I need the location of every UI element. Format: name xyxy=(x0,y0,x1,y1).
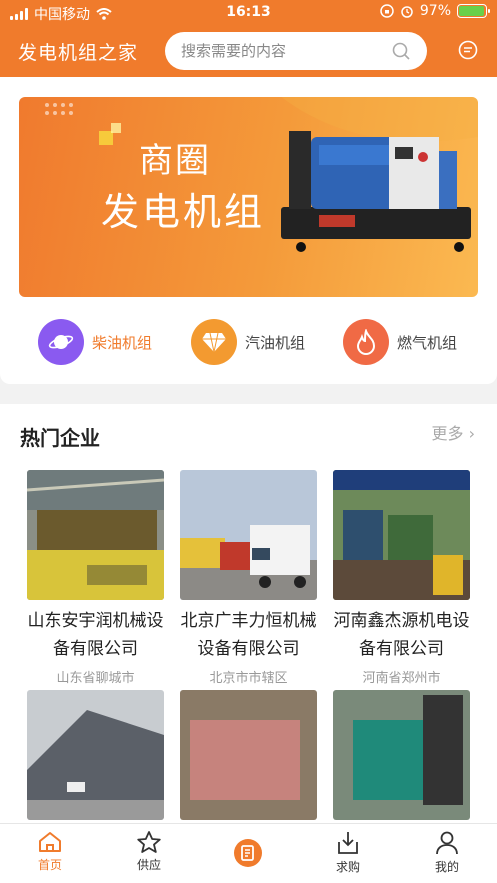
enterprise-photo xyxy=(180,690,317,820)
battery-icon xyxy=(457,4,490,18)
search-input[interactable] xyxy=(181,42,391,60)
publish-icon xyxy=(234,839,262,867)
top-bar: 中国移动 16:13 97% 发电机组之家 xyxy=(0,0,497,77)
lock-rotation-icon xyxy=(380,4,394,18)
tab-home[interactable]: 首页 xyxy=(20,830,80,873)
enterprise-name: 河南鑫杰源机电设备有限公司 xyxy=(333,611,470,659)
download-box-icon xyxy=(338,832,358,854)
tab-label: 我的 xyxy=(434,860,459,874)
more-label: 更多 xyxy=(431,424,464,443)
enterprise-photo xyxy=(27,690,164,820)
star-icon xyxy=(137,831,161,853)
search-box[interactable] xyxy=(165,32,427,70)
promo-banner[interactable]: 商圈 发电机组 xyxy=(19,97,478,297)
tab-label: 供应 xyxy=(136,858,161,872)
enterprise-name: 山东安宇润机械设备有限公司 xyxy=(27,611,164,659)
enterprise-card[interactable]: 北京广丰力恒机械设备有限公司 北京市市辖区 xyxy=(180,470,317,686)
enterprise-name: 北京广丰力恒机械设备有限公司 xyxy=(180,611,317,659)
category-label: 燃气机组 xyxy=(397,333,458,352)
enterprise-photo xyxy=(333,690,470,820)
tab-publish[interactable] xyxy=(218,830,278,870)
app-title: 发电机组之家 xyxy=(18,42,139,64)
tab-label: 首页 xyxy=(37,858,62,872)
enterprise-card[interactable] xyxy=(333,690,470,820)
home-icon xyxy=(39,832,61,852)
category-diesel[interactable]: 柴油机组 xyxy=(38,317,152,367)
category-gasoline[interactable]: 汽油机组 xyxy=(191,317,305,367)
banner-line2: 发电机组 xyxy=(101,190,266,234)
enterprise-photo xyxy=(333,470,470,600)
category-label: 柴油机组 xyxy=(92,333,153,352)
generator-illustration xyxy=(281,131,471,252)
category-label: 汽油机组 xyxy=(245,333,306,352)
section-title: 热门企业 xyxy=(20,426,100,450)
enterprise-card[interactable]: 山东安宇润机械设备有限公司 山东省聊城市 xyxy=(27,470,164,686)
enterprise-city: 河南省郑州市 xyxy=(362,671,441,686)
enterprise-card[interactable]: 河南鑫杰源机电设备有限公司 河南省郑州市 xyxy=(333,470,470,686)
app-header: 发电机组之家 xyxy=(0,30,497,74)
enterprise-card[interactable] xyxy=(180,690,317,820)
diamond-icon xyxy=(191,319,237,365)
alarm-icon xyxy=(401,6,413,18)
user-icon xyxy=(436,831,458,855)
message-icon[interactable] xyxy=(458,40,478,60)
hot-enterprises-section: 热门企业 更多 › 山东安宇润机械设备有限公司 山东省聊城市 北京广丰力恒机械设… xyxy=(0,404,497,824)
enterprise-photo xyxy=(180,470,317,600)
more-link[interactable]: 更多 › xyxy=(431,420,475,444)
bottom-tab-bar: 首页 供应 求购 我的 xyxy=(0,823,497,883)
tab-purchase[interactable]: 求购 xyxy=(318,830,378,875)
tab-label: 求购 xyxy=(335,860,360,874)
enterprise-city: 山东省聊城市 xyxy=(56,671,135,686)
enterprise-photo xyxy=(27,470,164,600)
status-bar: 中国移动 16:13 97% xyxy=(0,0,497,26)
tab-mine[interactable]: 我的 xyxy=(417,830,477,875)
tab-supply[interactable]: 供应 xyxy=(119,830,179,873)
banner-line1: 商圈 xyxy=(139,141,211,181)
flame-icon xyxy=(343,319,389,365)
category-row: 柴油机组 汽油机组 燃气机组 xyxy=(0,317,497,367)
search-icon[interactable] xyxy=(391,41,411,61)
enterprise-city: 北京市市辖区 xyxy=(209,671,288,686)
banner-card: 商圈 发电机组 柴油机组 汽油机组 燃气机组 xyxy=(0,77,497,384)
planet-icon xyxy=(38,319,84,365)
battery-percent: 97% xyxy=(419,3,451,19)
enterprise-card[interactable] xyxy=(27,690,164,820)
category-gas[interactable]: 燃气机组 xyxy=(343,317,457,367)
chevron-right-icon: › xyxy=(468,424,475,443)
